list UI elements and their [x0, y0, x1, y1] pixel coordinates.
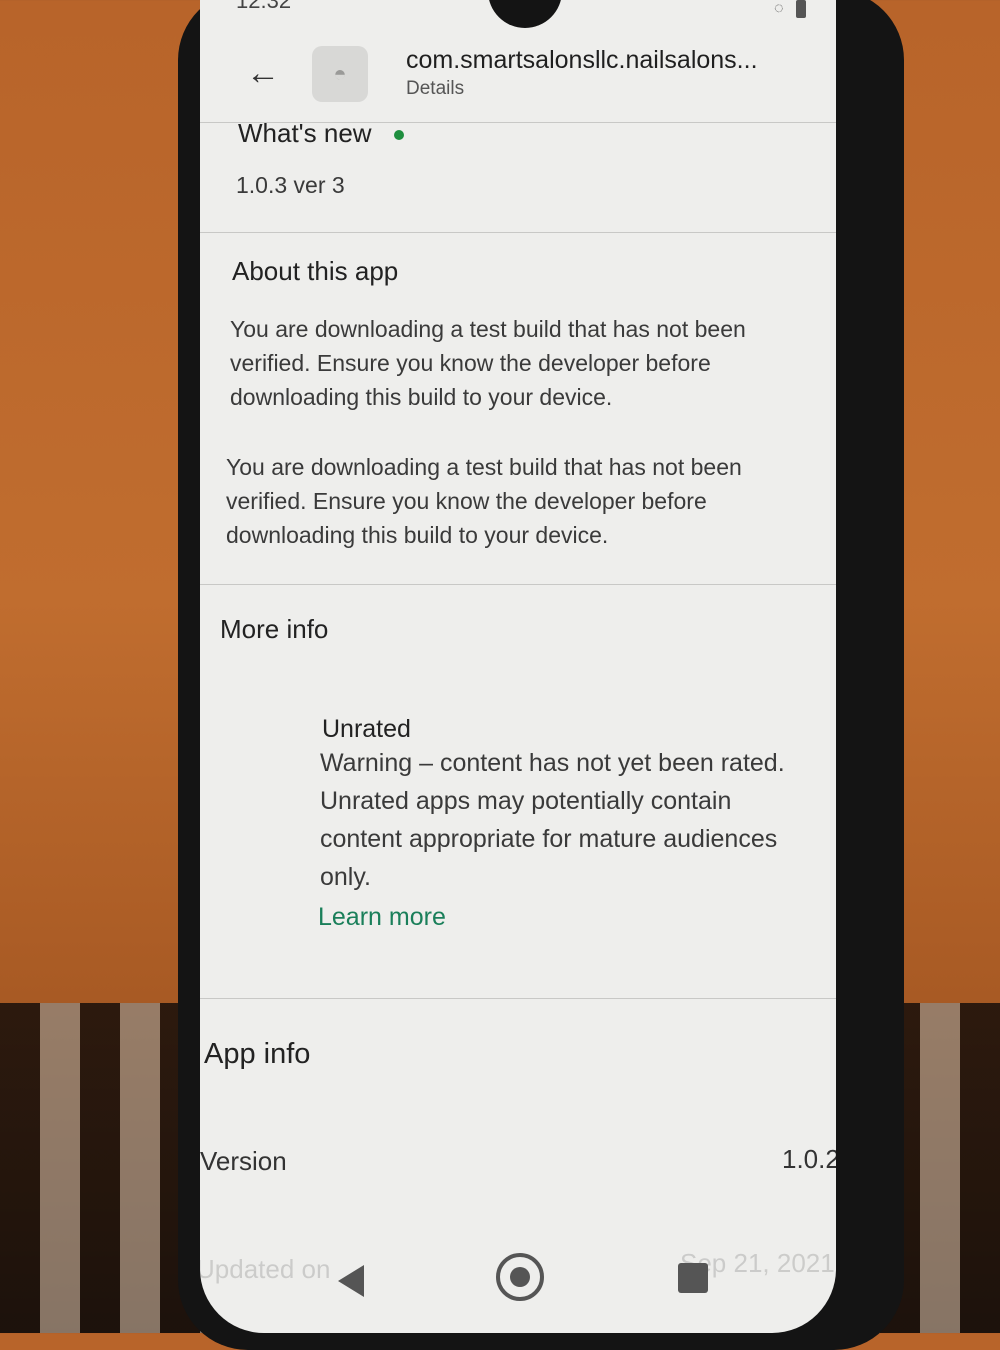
learn-more-link[interactable]: Learn more: [318, 900, 446, 934]
app-info-heading: App info: [204, 1038, 311, 1070]
new-indicator-dot: [393, 130, 404, 141]
about-paragraph-1: You are downloading a test build that ha…: [230, 316, 746, 410]
nav-recents-icon[interactable]: [678, 1263, 708, 1293]
rating-title: Unrated: [322, 715, 411, 743]
page-subtitle: Details: [406, 78, 465, 99]
rating-warning: Warning – content has not yet been rated…: [320, 749, 785, 891]
about-heading: About this app: [232, 256, 399, 286]
status-time: 12:32: [236, 0, 292, 13]
divider: [200, 584, 836, 585]
nav-home-icon[interactable]: [496, 1253, 544, 1301]
more-info-heading: More info: [220, 614, 329, 644]
version-label: Version: [200, 1146, 287, 1176]
whats-new-version: 1.0.3 ver 3: [236, 172, 345, 198]
nav-back-icon[interactable]: [338, 1265, 364, 1297]
whats-new-heading: What's new: [238, 118, 404, 149]
phone-screen: 12:32 ◌ ← ◓ com.smartsalonsllc.nailsalon…: [200, 0, 836, 1333]
battery-icon: [796, 0, 806, 18]
back-arrow-icon[interactable]: ←: [240, 50, 286, 96]
app-bar: ← ◓ com.smartsalonsllc.nailsalons... Det…: [200, 40, 836, 122]
divider: [200, 998, 836, 999]
about-paragraph-2: You are downloading a test build that ha…: [226, 454, 742, 548]
wifi-off-icon: ◌: [774, 0, 784, 18]
divider: [200, 232, 836, 233]
system-navigation-bar: [200, 1253, 836, 1333]
android-icon: ◓: [333, 61, 347, 86]
package-name: com.smartsalonsllc.nailsalons...: [406, 46, 758, 74]
app-icon: ◓: [312, 46, 368, 102]
status-icons: ◌: [774, 0, 806, 18]
version-value: 1.0.2: [782, 1144, 836, 1174]
camera-notch: [488, 0, 562, 28]
